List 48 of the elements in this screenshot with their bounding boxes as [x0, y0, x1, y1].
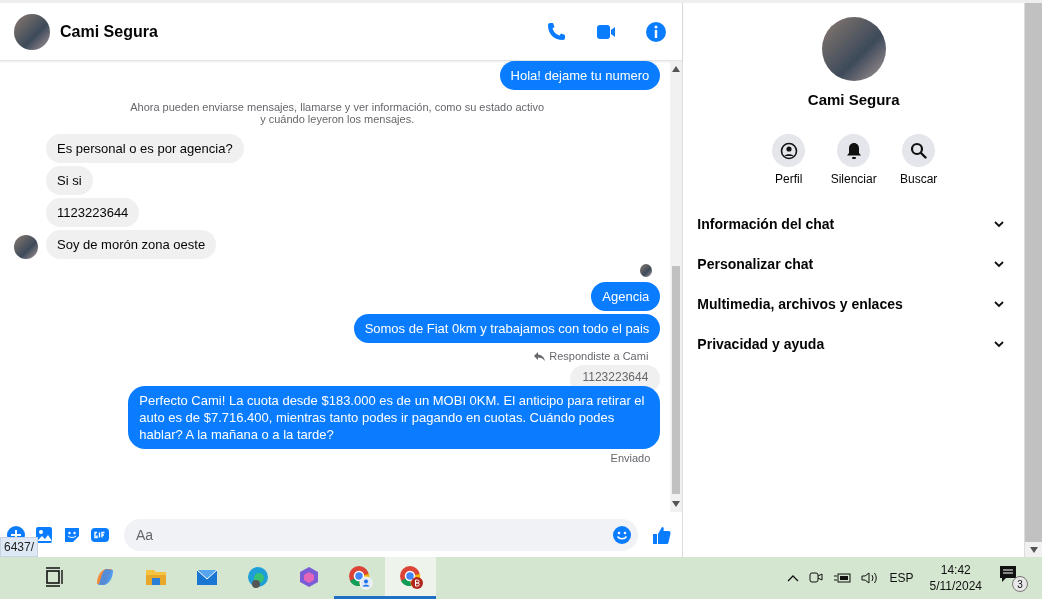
profile-icon: [779, 141, 798, 160]
section-header[interactable]: Personalizar chat: [697, 244, 1010, 284]
scrollbar[interactable]: [670, 61, 683, 512]
info-icon[interactable]: [644, 19, 669, 44]
scroll-down-icon[interactable]: [1029, 546, 1038, 553]
chrome-icon: [346, 563, 373, 590]
section-header[interactable]: Información del chat: [697, 204, 1010, 244]
search-icon: [910, 142, 928, 159]
section-header[interactable]: Privacidad y ayuda: [697, 324, 1010, 364]
thumbs-up-icon[interactable]: [652, 524, 673, 545]
notification-icon[interactable]: [998, 564, 1018, 584]
search-action[interactable]: Buscar: [891, 134, 947, 186]
volume-icon[interactable]: [861, 571, 880, 585]
emoji-icon[interactable]: [612, 524, 633, 545]
battery-icon[interactable]: [833, 572, 852, 584]
profile-action[interactable]: Perfil: [761, 134, 817, 186]
bell-icon: [845, 141, 862, 160]
input-language[interactable]: ESP: [889, 571, 914, 585]
sent-message: Agencia: [591, 282, 661, 311]
info-notice: Ahora pueden enviarse mensajes, llamarse y ver información, como su estado activo y cuándo leyeron los mensajes.: [129, 101, 546, 125]
reply-note: Respondiste a Cami: [549, 350, 649, 362]
mute-action[interactable]: Silenciar: [826, 134, 882, 186]
taskbar-app[interactable]: [385, 557, 436, 599]
link-tooltip: 6437/: [0, 537, 39, 557]
clock[interactable]: 14:42 5/11/2024: [929, 562, 982, 594]
received-message: 1123223644: [46, 198, 140, 227]
message-input[interactable]: Aa: [124, 518, 639, 551]
contact-name: Cami Segura: [60, 22, 159, 41]
scrollbar[interactable]: [1024, 3, 1042, 557]
reply-icon: [534, 351, 546, 361]
received-message: Si si: [46, 166, 93, 195]
notification-count: 3: [1012, 576, 1028, 592]
scroll-down-icon[interactable]: [672, 501, 681, 507]
camera-icon[interactable]: [809, 570, 824, 586]
contact-avatar[interactable]: [14, 13, 50, 50]
received-message: Es personal o es por agencia?: [46, 134, 244, 163]
sent-message: Somos de Fiat 0km y trabajamos con todo el pais: [353, 314, 661, 343]
seen-avatar: [640, 264, 653, 277]
contact-name: Cami Segura: [807, 91, 900, 108]
section-header[interactable]: Multimedia, archivos y enlaces: [697, 284, 1010, 324]
image-icon[interactable]: [34, 524, 54, 545]
chevron-up-icon[interactable]: [787, 574, 800, 582]
sent-message: Perfecto Cami! La cuota desde $183.000 es de un MOBI 0KM. El anticipo para retirar el auto es de $7.716.400, mientras tanto podes ir pagando en cuotas. Cuándo podes hablar? A la mañana o a la tarde?: [128, 386, 661, 449]
scroll-up-icon[interactable]: [672, 66, 681, 72]
chrome-icon: [397, 563, 424, 590]
sent-message: Hola! dejame tu numero: [499, 61, 661, 90]
message-status: Enviado: [610, 452, 651, 464]
received-message: Soy de morón zona oeste: [46, 230, 217, 259]
